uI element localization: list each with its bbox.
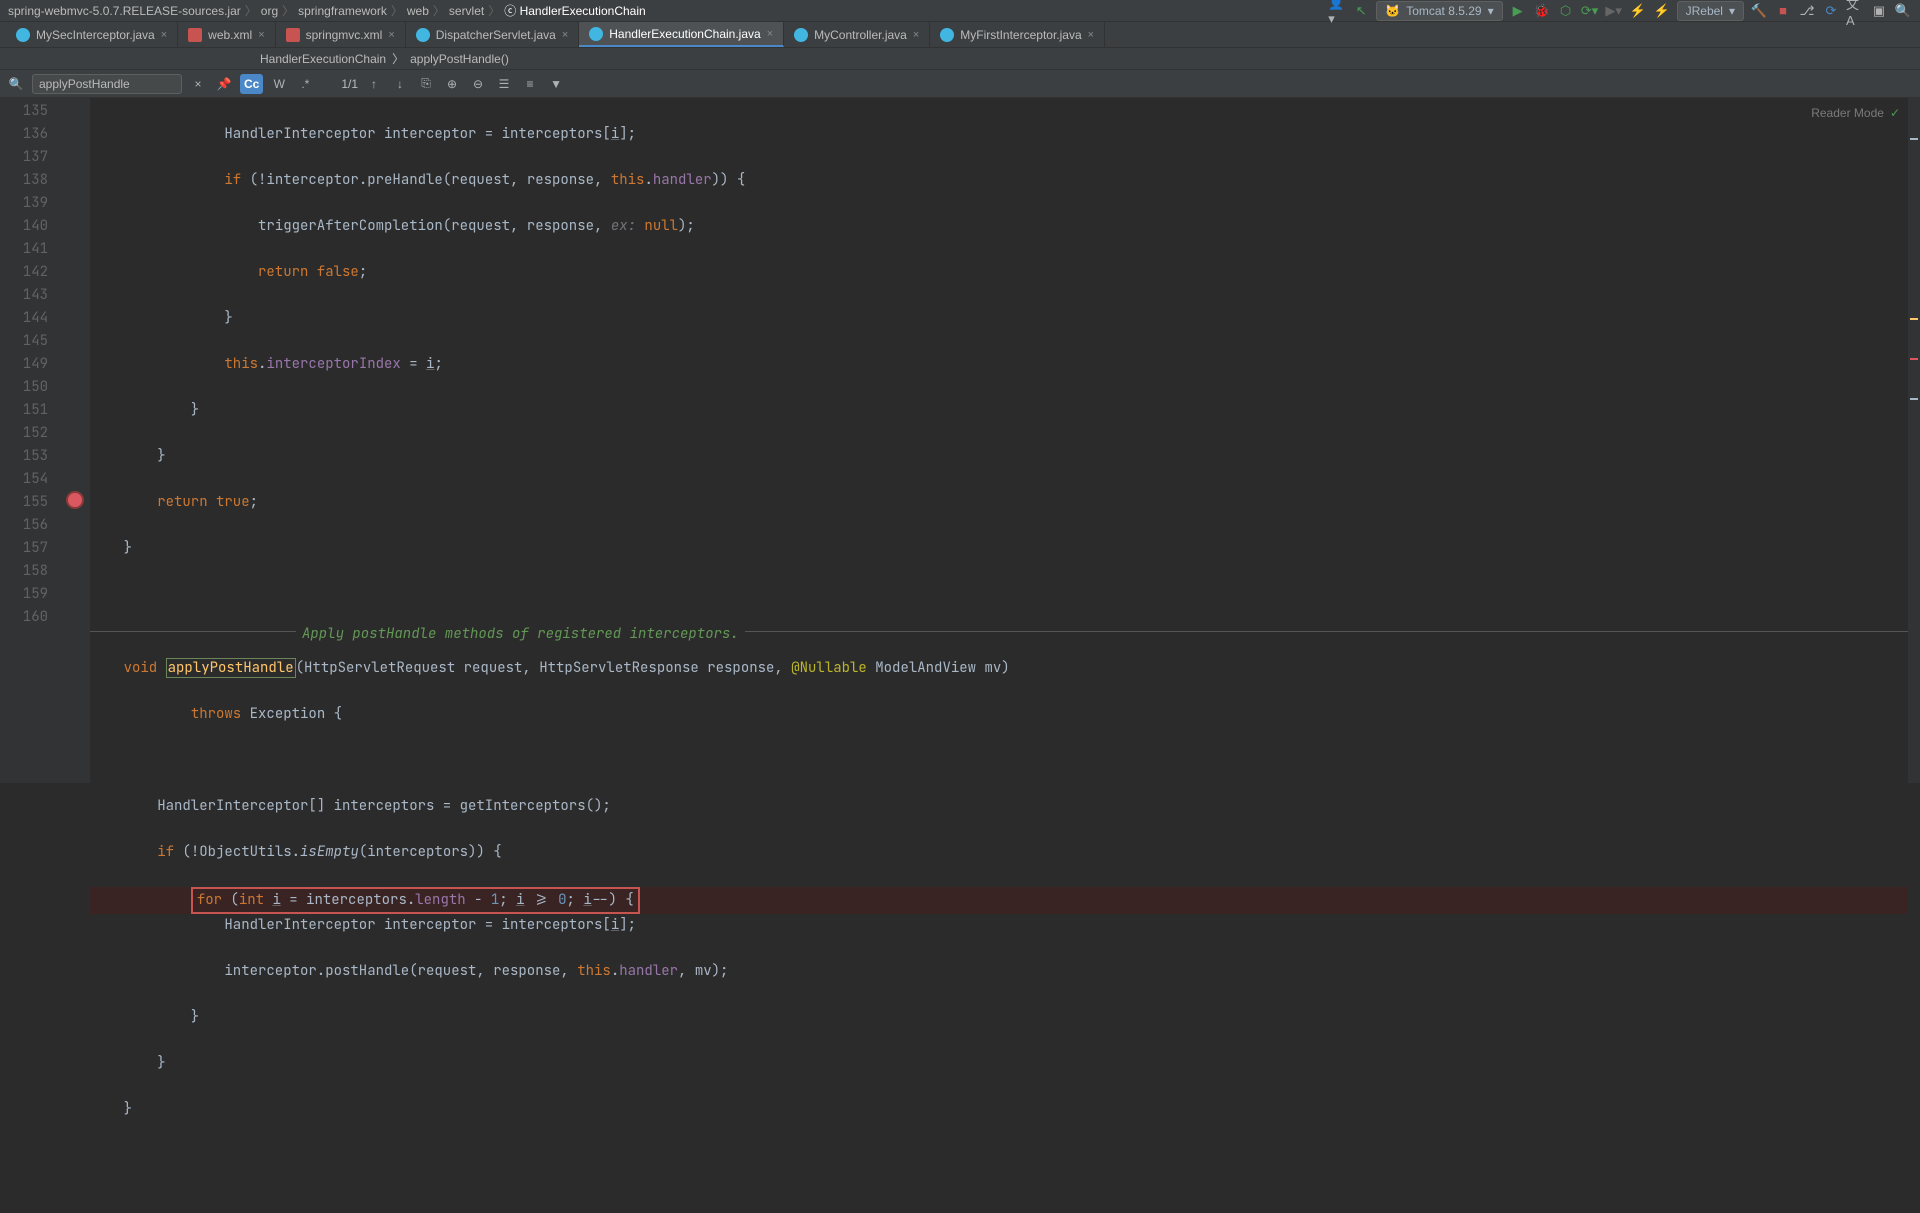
add-selection-icon[interactable]: ⊕	[442, 74, 462, 94]
top-navbar: spring-webmvc-5.0.7.RELEASE-sources.jar〉…	[0, 0, 1920, 22]
build-button[interactable]: 🔨	[1750, 2, 1768, 20]
close-icon[interactable]: ×	[1088, 29, 1094, 41]
coverage-button[interactable]: ⬡	[1557, 2, 1575, 20]
breadcrumb-item[interactable]: org	[261, 4, 278, 18]
show-tool-icon[interactable]: ☰	[494, 74, 514, 94]
update-button[interactable]: ⟳	[1822, 2, 1840, 20]
layout-button[interactable]: ▣	[1870, 2, 1888, 20]
user-icon[interactable]: 👤▾	[1328, 2, 1346, 20]
find-input[interactable]	[32, 74, 182, 94]
java-icon	[416, 28, 430, 42]
find-bar: 🔍 × 📌 Cc W .* 1/1 ↑ ↓ ⎘ ⊕ ⊖ ☰ ≡ ▼	[0, 70, 1920, 98]
breakpoint-icon[interactable]	[66, 491, 84, 509]
chevron-down-icon: ▾	[1488, 4, 1494, 18]
gutter-icons	[60, 98, 90, 783]
run-config-label: Tomcat 8.5.29	[1406, 4, 1481, 18]
clear-icon[interactable]: ×	[188, 74, 208, 94]
breadcrumb-class[interactable]: HandlerExecutionChain	[260, 52, 386, 66]
breadcrumb-method[interactable]: applyPostHandle()	[410, 52, 509, 66]
filter-icon[interactable]: ▼	[546, 74, 566, 94]
structure-breadcrumb[interactable]: HandlerExecutionChain 〉 applyPostHandle(…	[0, 48, 1920, 70]
git-button[interactable]: ⎇	[1798, 2, 1816, 20]
stop-button[interactable]: ■	[1774, 2, 1792, 20]
words-toggle[interactable]: W	[269, 74, 289, 94]
debug-button[interactable]: 🐞	[1533, 2, 1551, 20]
xml-icon	[188, 28, 202, 42]
prev-match-icon[interactable]: ↑	[364, 74, 384, 94]
tomcat-icon: 🐱	[1385, 4, 1400, 18]
toolbar-right: 👤▾ ↖ 🐱 Tomcat 8.5.29 ▾ ▶ 🐞 ⬡ ⟳▾ ▶▾ ⚡ ⚡ J…	[1328, 1, 1912, 21]
next-match-icon[interactable]: ↓	[390, 74, 410, 94]
code-area[interactable]: HandlerInterceptor interceptor = interce…	[90, 98, 1908, 783]
tab-webxml[interactable]: web.xml×	[178, 22, 275, 47]
tab-mysecinterceptor[interactable]: MySecInterceptor.java×	[6, 22, 178, 47]
tab-springmvcxml[interactable]: springmvc.xml×	[276, 22, 406, 47]
search-everywhere-icon[interactable]: 🔍	[1894, 2, 1912, 20]
profile-button[interactable]: ⟳▾	[1581, 2, 1599, 20]
remove-selection-icon[interactable]: ⊖	[468, 74, 488, 94]
tab-handlerexecutionchain[interactable]: HandlerExecutionChain.java×	[579, 22, 784, 47]
code-editor[interactable]: 135136137 138139140 141142143 144145 149…	[0, 98, 1920, 783]
breadcrumb-item[interactable]: spring-webmvc-5.0.7.RELEASE-sources.jar	[8, 4, 241, 18]
back-icon[interactable]: ↖	[1352, 2, 1370, 20]
jrebel-selector[interactable]: JRebel ▾	[1677, 1, 1744, 21]
tab-mycontroller[interactable]: MyController.java×	[784, 22, 930, 47]
close-icon[interactable]: ×	[767, 28, 773, 40]
line-gutter: 135136137 138139140 141142143 144145 149…	[0, 98, 60, 783]
java-icon	[794, 28, 808, 42]
jrebel-run-icon[interactable]: ⚡	[1629, 2, 1647, 20]
close-icon[interactable]: ×	[388, 29, 394, 41]
match-case-toggle[interactable]: Cc	[240, 74, 263, 94]
java-icon	[16, 28, 30, 42]
breadcrumb-item[interactable]: servlet	[449, 4, 484, 18]
error-stripe[interactable]	[1908, 98, 1920, 783]
tab-myfirstinterceptor[interactable]: MyFirstInterceptor.java×	[930, 22, 1105, 47]
run-config-selector[interactable]: 🐱 Tomcat 8.5.29 ▾	[1376, 1, 1502, 21]
settings-icon[interactable]: ≡	[520, 74, 540, 94]
jrebel-label: JRebel	[1686, 4, 1723, 18]
breadcrumb-item[interactable]: springframework	[298, 4, 387, 18]
java-icon	[940, 28, 954, 42]
java-icon	[589, 27, 603, 41]
regex-toggle[interactable]: .*	[295, 74, 315, 94]
translate-button[interactable]: 文A	[1846, 2, 1864, 20]
close-icon[interactable]: ×	[562, 29, 568, 41]
jrebel-debug-icon[interactable]: ⚡	[1653, 2, 1671, 20]
tab-dispatcherservlet[interactable]: DispatcherServlet.java×	[406, 22, 580, 47]
select-all-icon[interactable]: ⎘	[416, 74, 436, 94]
xml-icon	[286, 28, 300, 42]
reader-mode-badge[interactable]: Reader Mode ✓	[1811, 106, 1900, 120]
breadcrumb-item[interactable]: web	[407, 4, 429, 18]
check-icon: ✓	[1890, 106, 1900, 120]
close-icon[interactable]: ×	[161, 29, 167, 41]
find-results-count: 1/1	[341, 77, 358, 91]
javadoc-fold[interactable]: Apply postHandle methods of registered i…	[296, 623, 745, 646]
editor-tabs: MySecInterceptor.java× web.xml× springmv…	[0, 22, 1920, 48]
search-icon[interactable]: 🔍	[6, 74, 26, 94]
close-icon[interactable]: ×	[258, 29, 264, 41]
chevron-down-icon: ▾	[1729, 4, 1735, 18]
run-button[interactable]: ▶	[1509, 2, 1527, 20]
breadcrumb-item[interactable]: ⓒ HandlerExecutionChain	[504, 2, 645, 19]
pin-icon[interactable]: 📌	[214, 74, 234, 94]
run-context-button[interactable]: ▶▾	[1605, 2, 1623, 20]
close-icon[interactable]: ×	[913, 29, 919, 41]
nav-breadcrumbs[interactable]: spring-webmvc-5.0.7.RELEASE-sources.jar〉…	[8, 2, 646, 19]
